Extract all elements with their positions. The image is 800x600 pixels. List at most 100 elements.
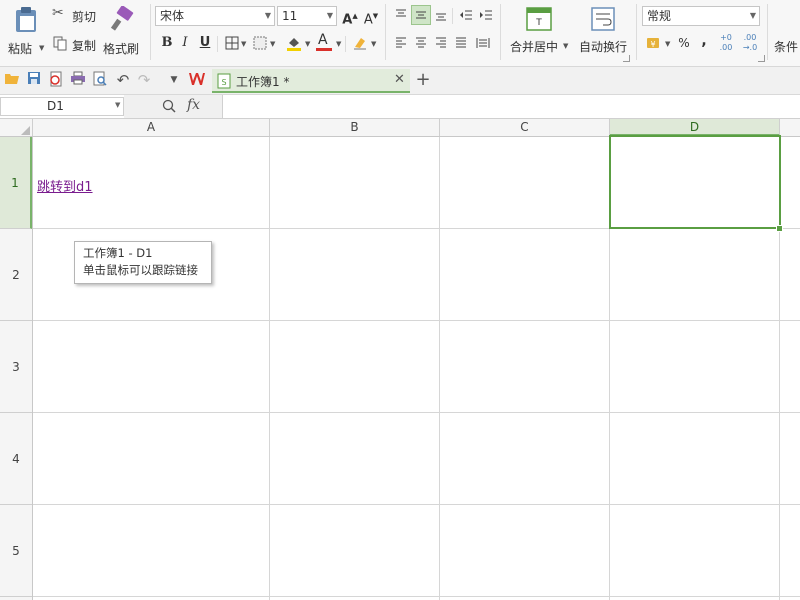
chevron-down-icon[interactable]: ▼ [241,40,246,48]
increase-indent-icon[interactable] [476,5,496,25]
conditional-format-label[interactable]: 条件 [774,38,798,55]
fill-handle[interactable] [776,225,783,232]
align-bottom-icon[interactable] [431,5,451,25]
chevron-down-icon[interactable]: ▼ [305,40,310,48]
clear-format-icon[interactable] [350,33,370,53]
paste-dropdown-icon[interactable]: ▼ [39,44,44,52]
chevron-down-icon[interactable]: ▼ [371,40,376,48]
tooltip-target: 工作簿1 - D1 [83,246,153,260]
tooltip-hint: 单击鼠标可以跟踪链接 [83,263,198,277]
cut-button[interactable]: ✂ 剪切 [52,5,98,24]
font-size-select[interactable]: 11 ▼ [277,6,337,26]
comma-style-button[interactable]: , [694,31,714,51]
chevron-down-icon[interactable]: ▼ [563,42,568,50]
row-header-3[interactable]: 3 [0,321,32,413]
zoom-function-icon[interactable] [162,99,176,113]
print-preview-icon[interactable] [91,71,109,89]
chevron-down-icon[interactable]: ▼ [270,40,275,48]
row-header-bar: 1 2 3 4 5 [0,137,33,600]
paste-label: 粘贴 [8,42,33,56]
cut-label: 剪切 [72,10,97,24]
column-header-c[interactable]: C [440,119,610,136]
save-icon[interactable] [25,71,43,89]
name-box[interactable]: D1 ▼ [0,97,124,116]
column-header-e[interactable] [780,119,800,136]
formula-input[interactable] [223,95,800,118]
decrease-indent-icon[interactable] [456,5,476,25]
fill-color-icon[interactable] [284,33,304,53]
decrease-font-icon[interactable]: A▼ [361,6,381,27]
merge-center-label: 合并居中 [510,40,559,54]
underline-button[interactable]: U [195,33,215,53]
cell-a1-hyperlink[interactable]: 跳转到d1 [37,176,93,195]
chevron-down-icon: ▼ [749,11,756,20]
open-folder-icon[interactable] [3,71,21,89]
column-header-b[interactable]: B [270,119,440,136]
font-name-select[interactable]: 宋体 ▼ [155,6,275,26]
font-name-value: 宋体 [160,9,185,23]
wrap-text-label: 自动换行 [579,40,628,54]
align-left-icon[interactable] [391,33,411,53]
align-top-icon[interactable] [391,5,411,25]
column-header-a[interactable]: A [33,119,270,136]
scissors-icon: ✂ [52,5,64,21]
chevron-down-icon[interactable]: ▼ [336,40,341,48]
print-icon[interactable] [69,71,87,89]
wrap-text-button[interactable]: 自动换行 [576,4,630,60]
formula-bar: D1 ▼ fx [0,95,800,119]
percent-button[interactable]: % [674,33,694,53]
wrap-text-icon [591,7,615,31]
formula-tools: fx [124,95,223,118]
bold-button[interactable]: B [157,33,177,53]
select-all-corner[interactable] [0,119,33,136]
chevron-down-icon: ▼ [264,11,271,20]
row-header-2[interactable]: 2 [0,229,32,321]
svg-text:S: S [221,78,226,87]
italic-button[interactable]: I [175,33,195,53]
svg-text:T: T [535,18,542,28]
export-pdf-icon[interactable] [47,71,65,89]
insert-function-button[interactable]: fx [187,97,200,113]
font-color-icon[interactable]: A [314,32,334,53]
copy-button[interactable]: 复制 [52,35,98,53]
align-right-icon[interactable] [431,33,451,53]
format-painter-label: 格式刷 [103,42,140,56]
format-painter-button[interactable]: 格式刷 [102,4,144,60]
document-tab[interactable]: S 工作簿1 * ✕ [212,69,410,93]
distributed-align-icon[interactable] [473,33,493,53]
column-header-d[interactable]: D [610,119,780,136]
selected-cell-d1[interactable] [609,135,781,229]
wps-logo-icon[interactable] [188,71,206,89]
justify-icon[interactable] [451,33,471,53]
copy-icon [53,36,67,51]
paintbrush-icon [110,6,134,31]
number-format-select[interactable]: 常规 ▼ [642,6,760,26]
increase-font-icon[interactable]: A▲ [340,6,360,27]
row-header-5[interactable]: 5 [0,505,32,597]
alignment-dialog-launcher-icon[interactable] [623,55,630,62]
currency-icon[interactable]: ¥ [644,33,664,53]
hyperlink-tooltip: 工作簿1 - D1 单击鼠标可以跟踪链接 [74,241,212,284]
close-icon[interactable]: ✕ [394,72,405,87]
new-tab-button[interactable]: + [414,71,432,89]
number-dialog-launcher-icon[interactable] [758,55,765,62]
align-center-icon[interactable] [411,33,431,53]
row-header-1[interactable]: 1 [0,137,32,229]
align-middle-icon[interactable] [411,5,431,25]
merge-cells-icon: T [526,7,552,31]
border-icon[interactable] [222,33,242,53]
customize-toolbar-icon[interactable]: ▼ [165,71,183,89]
redo-icon[interactable]: ↷ [135,71,153,89]
paste-button[interactable]: 粘贴 ▼ [6,4,46,60]
increase-decimal-icon[interactable]: +0.00 [716,33,736,53]
fill-pattern-icon[interactable] [250,33,270,53]
merge-center-button[interactable]: T 合并居中 ▼ [506,4,572,60]
decrease-decimal-icon[interactable]: .00 →.0 [740,33,760,53]
svg-text:¥: ¥ [650,40,655,49]
chevron-down-icon[interactable]: ▼ [665,40,670,48]
row-header-4[interactable]: 4 [0,413,32,505]
spreadsheet-doc-icon: S [217,73,231,89]
number-format-value: 常规 [647,9,672,23]
undo-icon[interactable]: ↶ [114,71,132,89]
ribbon: 粘贴 ▼ ✂ 剪切 复制 格式刷 宋体 ▼ 11 ▼ A▲ A▼ B I U ▼ [0,0,800,67]
